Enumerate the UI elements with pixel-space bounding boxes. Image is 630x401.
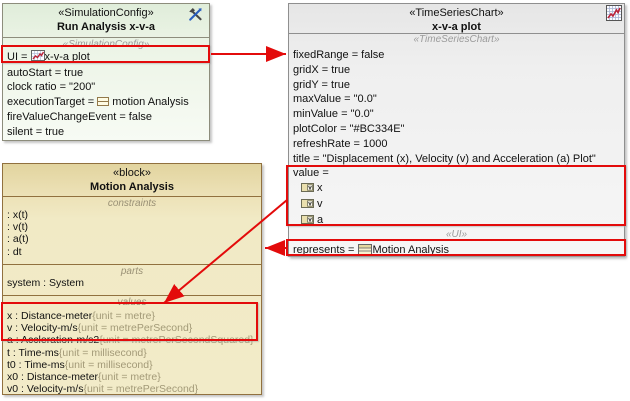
property-row-min-value[interactable]: minValue = "0.0"	[289, 107, 624, 122]
highlight-rect-value-compartment	[286, 165, 626, 226]
parts-label: parts	[3, 267, 261, 277]
property-row-max-value[interactable]: maxValue = "0.0"	[289, 92, 624, 107]
property-row-fixed-range[interactable]: fixedRange = false	[289, 48, 624, 63]
motion-analysis-block-node[interactable]: «block» Motion Analysis constraints : x(…	[2, 163, 262, 395]
uml-diagram-canvas: «SimulationConfig» Run Analysis x-v-a «S…	[0, 0, 630, 401]
property-row-grid-y[interactable]: gridY = true	[289, 78, 624, 93]
time-series-chart-header[interactable]: «TimeSeriesChart» x-v-a plot	[289, 4, 624, 34]
simulation-config-stereotype: «SimulationConfig»	[3, 7, 209, 20]
property-row-grid-x[interactable]: gridX = true	[289, 63, 624, 78]
time-series-chart-compartment-label: «TimeSeriesChart»	[289, 35, 624, 45]
execution-target-value: motion Analysis	[112, 96, 188, 108]
property-row-autostart[interactable]: autoStart = true	[3, 66, 209, 81]
value-name: t : Time-ms	[7, 347, 59, 359]
highlight-rect-represents	[286, 239, 626, 256]
value-name: x0 : Distance-meter	[7, 371, 98, 383]
value-row-t0[interactable]: t0 : Time-ms{unit = millisecond}	[3, 359, 261, 371]
value-unit: {unit = millisecond}	[59, 347, 147, 359]
value-name: v0 : Velocity-m/s	[7, 383, 83, 395]
constraints-label: constraints	[3, 199, 261, 209]
constraint-row[interactable]: : x(t)	[3, 209, 261, 221]
simulation-config-header[interactable]: «SimulationConfig» Run Analysis x-v-a	[3, 4, 209, 38]
block-title: Motion Analysis	[3, 180, 261, 195]
constraints-compartment[interactable]: constraints : x(t) : v(t) : a(t) : dt	[3, 199, 261, 265]
tools-icon	[187, 6, 204, 28]
value-row-t[interactable]: t : Time-ms{unit = millisecond}	[3, 347, 261, 359]
time-series-chart-title: x-v-a plot	[289, 20, 624, 35]
part-row[interactable]: system : System	[3, 277, 261, 289]
time-series-chart-stereotype: «TimeSeriesChart»	[289, 7, 624, 20]
property-row-execution-target[interactable]: executionTarget = motion Analysis	[3, 95, 209, 111]
block-stereotype: «block»	[3, 167, 261, 180]
highlight-rect-block-values	[1, 302, 258, 341]
chart-icon	[606, 5, 622, 26]
property-row-plot-color[interactable]: plotColor = "#BC334E"	[289, 122, 624, 137]
constraint-row[interactable]: : a(t)	[3, 233, 261, 245]
simulation-config-node[interactable]: «SimulationConfig» Run Analysis x-v-a «S…	[2, 3, 210, 141]
constraint-row[interactable]: : v(t)	[3, 221, 261, 233]
config-element-icon	[97, 96, 109, 111]
block-header[interactable]: «block» Motion Analysis	[3, 164, 261, 197]
highlight-rect-ui-property	[1, 45, 210, 63]
property-row-clock-ratio[interactable]: clock ratio = "200"	[3, 80, 209, 95]
simulation-config-title: Run Analysis x-v-a	[3, 20, 209, 35]
constraint-row[interactable]: : dt	[3, 246, 261, 258]
property-row-refresh-rate[interactable]: refreshRate = 1000	[289, 137, 624, 152]
value-name: t0 : Time-ms	[7, 359, 65, 371]
value-unit: {unit = metre}	[98, 371, 161, 383]
value-unit: {unit = metrePerSecond}	[83, 383, 198, 395]
parts-compartment[interactable]: parts system : System	[3, 267, 261, 296]
property-row-silent[interactable]: silent = true	[3, 125, 209, 140]
property-row-fire-value-change[interactable]: fireValueChangeEvent = false	[3, 110, 209, 125]
value-row-v0[interactable]: v0 : Velocity-m/s{unit = metrePerSecond}	[3, 383, 261, 395]
value-unit: {unit = millisecond}	[65, 359, 153, 371]
execution-target-label: executionTarget =	[7, 96, 97, 108]
value-row-x0[interactable]: x0 : Distance-meter{unit = metre}	[3, 371, 261, 383]
